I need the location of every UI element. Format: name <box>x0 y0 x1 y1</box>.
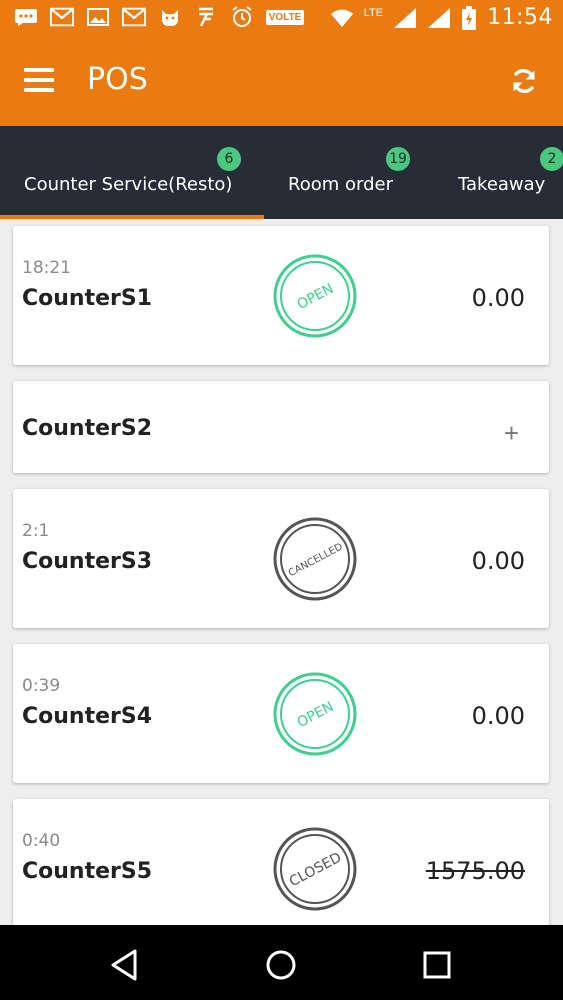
signal-icon <box>393 7 417 29</box>
status-right: LTE 11:54 <box>330 5 553 30</box>
bolt-icon <box>194 6 218 28</box>
counter-time: 2:1 <box>22 521 50 541</box>
back-icon[interactable] <box>105 945 145 985</box>
signal-icon <box>427 7 451 29</box>
counter-time: 0:39 <box>22 676 61 696</box>
counter-amount: 0.00 <box>471 702 525 730</box>
stamp-label: CLOSED <box>287 850 344 891</box>
tab-count-badge: 19 <box>386 147 410 171</box>
tab-label: Counter Service(Resto) <box>24 174 233 195</box>
counter-name: CounterS4 <box>22 704 153 729</box>
counter-card[interactable]: 2:1 CounterS3 CANCELLED 0.00 <box>13 489 549 628</box>
counter-card[interactable]: CounterS2 + <box>13 381 549 473</box>
counter-name: CounterS1 <box>22 286 153 311</box>
counter-time: 18:21 <box>22 258 71 278</box>
tab-label: Takeaway <box>458 174 546 195</box>
refresh-icon[interactable] <box>509 66 539 96</box>
counter-card[interactable]: 18:21 CounterS1 OPEN 0.00 <box>13 226 549 365</box>
open-stamp-icon: OPEN <box>273 254 357 338</box>
counter-time: 0:40 <box>22 831 61 851</box>
counter-name: CounterS3 <box>22 549 153 574</box>
alarm-icon <box>230 6 254 28</box>
page-title: POS <box>87 62 148 97</box>
battery-icon <box>461 5 477 30</box>
gmail-icon <box>122 6 146 28</box>
counter-name: CounterS5 <box>22 859 153 884</box>
counter-card[interactable]: 0:39 CounterS4 OPEN 0.00 <box>13 644 549 783</box>
menu-icon[interactable] <box>24 68 54 94</box>
wifi-icon <box>330 7 354 29</box>
gmail-icon <box>50 6 74 28</box>
lte-label: LTE <box>363 6 384 19</box>
open-stamp-icon: OPEN <box>273 672 357 756</box>
cat-icon <box>158 6 182 28</box>
closed-stamp-icon: CLOSED <box>273 827 357 911</box>
status-time: 11:54 <box>487 5 553 30</box>
volte-label: VOLTE <box>265 9 305 25</box>
status-bar: VOLTE LTE 11:54 <box>0 0 563 40</box>
recents-icon[interactable] <box>417 945 457 985</box>
tab-room-order[interactable]: Room order 19 <box>264 126 424 219</box>
navigation-bar <box>0 925 563 1000</box>
tab-bar: Counter Service(Resto) 6 Room order 19 T… <box>0 126 563 219</box>
counter-amount: 0.00 <box>471 284 525 312</box>
counter-amount: 0.00 <box>471 547 525 575</box>
notification-icons: VOLTE <box>14 6 305 28</box>
tab-counter-service[interactable]: Counter Service(Resto) 6 <box>0 126 264 219</box>
tab-takeaway[interactable]: Takeaway 2 <box>434 126 563 219</box>
app-bar: POS <box>0 40 563 126</box>
stamp-label: OPEN <box>295 281 337 313</box>
volte-icon: VOLTE <box>265 6 305 28</box>
stamp-label: CANCELLED <box>287 541 345 579</box>
tab-count-badge: 6 <box>217 147 241 171</box>
home-icon[interactable] <box>261 945 301 985</box>
stamp-label: OPEN <box>295 699 337 731</box>
counter-card[interactable]: 0:40 CounterS5 CLOSED 1575.00 <box>13 799 549 925</box>
add-order-icon[interactable]: + <box>504 418 519 449</box>
counter-amount: 1575.00 <box>425 857 525 885</box>
counter-list: 18:21 CounterS1 OPEN 0.00 CounterS2 + 2:… <box>0 219 563 925</box>
tab-label: Room order <box>288 174 393 195</box>
tab-count-badge: 2 <box>540 147 563 171</box>
chat-icon <box>14 6 38 28</box>
cancelled-stamp-icon: CANCELLED <box>273 517 357 601</box>
image-icon <box>86 6 110 28</box>
counter-name: CounterS2 <box>22 416 153 441</box>
